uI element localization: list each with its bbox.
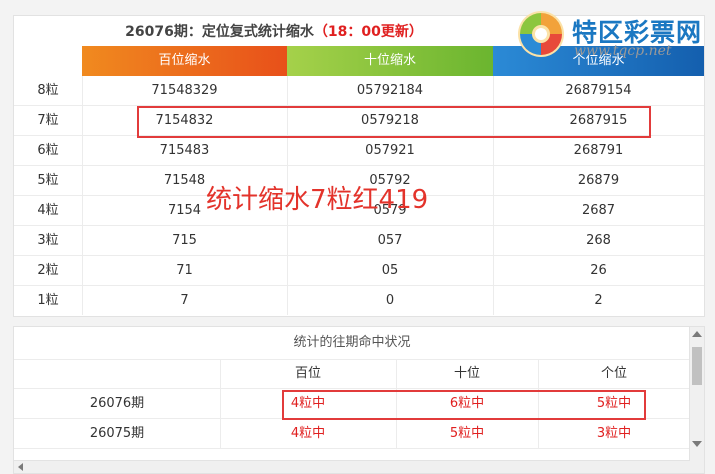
row-label: 2粒	[14, 256, 83, 285]
tens-hit: 5粒中	[396, 419, 539, 448]
tens-value: 05792184	[287, 76, 494, 105]
hundreds-value: 7	[82, 286, 288, 315]
row-label: 1粒	[14, 286, 83, 315]
header-tens: 十位缩水	[287, 46, 493, 76]
logo-swirl-icon	[518, 11, 564, 57]
table-row: 8粒 71548329 05792184 26879154	[14, 76, 704, 106]
units-hit: 3粒中	[596, 426, 632, 441]
hundreds-value: 715	[82, 226, 288, 255]
table-row: 1粒 7 0 2	[14, 286, 704, 316]
history-header-tens: 十位	[396, 359, 539, 388]
period-label: 26075期	[14, 419, 221, 448]
hundreds-value: 71	[82, 256, 288, 285]
units-value: 2	[594, 293, 603, 308]
history-header-blank	[14, 359, 221, 388]
history-header-row: 百位 十位 个位	[14, 359, 690, 389]
history-header-units: 个位	[600, 366, 627, 381]
history-title: 统计的往期命中状况	[14, 327, 690, 360]
header-hundreds: 百位缩水	[82, 46, 287, 76]
tens-value: 0	[287, 286, 494, 315]
history-header-hundreds: 百位	[220, 359, 397, 388]
row-label: 3粒	[14, 226, 83, 255]
highlight-box-7-row	[137, 106, 651, 138]
row-label: 7粒	[14, 106, 83, 135]
title-text: 26076期：定位复式统计缩水	[125, 24, 314, 40]
table-row: 2粒 71 05 26	[14, 256, 704, 286]
table-row: 26075期 4粒中 5粒中 3粒中	[14, 419, 690, 449]
annotation-text: 统计缩水7粒红419	[206, 185, 429, 215]
row-label: 8粒	[14, 76, 83, 105]
site-logo[interactable]: 特区彩票网 www.tqcp.net	[514, 5, 714, 63]
scroll-down-icon[interactable]	[692, 441, 702, 447]
period-label: 26076期	[14, 389, 221, 418]
tens-value: 057921	[287, 136, 494, 165]
hundreds-value: 71548329	[82, 76, 288, 105]
table-row: 6粒 715483 057921 268791	[14, 136, 704, 166]
scroll-left-icon[interactable]	[18, 463, 23, 471]
tens-value: 057	[287, 226, 494, 255]
logo-url: www.tqcp.net	[574, 43, 672, 59]
row-label: 4粒	[14, 196, 83, 225]
tens-value: 05	[287, 256, 494, 285]
horizontal-scrollbar[interactable]	[14, 460, 690, 473]
table-row: 3粒 715 057 268	[14, 226, 704, 256]
hundreds-value: 715483	[82, 136, 288, 165]
units-value: 268	[586, 233, 611, 248]
highlight-box-26076	[282, 390, 646, 420]
units-value: 268791	[573, 143, 624, 158]
scroll-up-icon[interactable]	[692, 331, 702, 337]
vertical-scrollbar[interactable]	[689, 327, 704, 473]
units-value: 2687	[581, 203, 616, 218]
update-time: （18：00更新）	[313, 24, 423, 40]
row-label: 5粒	[14, 166, 83, 195]
scroll-thumb[interactable]	[692, 347, 702, 385]
header-blank	[14, 46, 82, 76]
hundreds-hit: 4粒中	[220, 419, 397, 448]
units-value: 26879	[577, 173, 620, 188]
row-label: 6粒	[14, 136, 83, 165]
units-value: 26	[590, 263, 607, 278]
units-value: 26879154	[565, 83, 632, 98]
